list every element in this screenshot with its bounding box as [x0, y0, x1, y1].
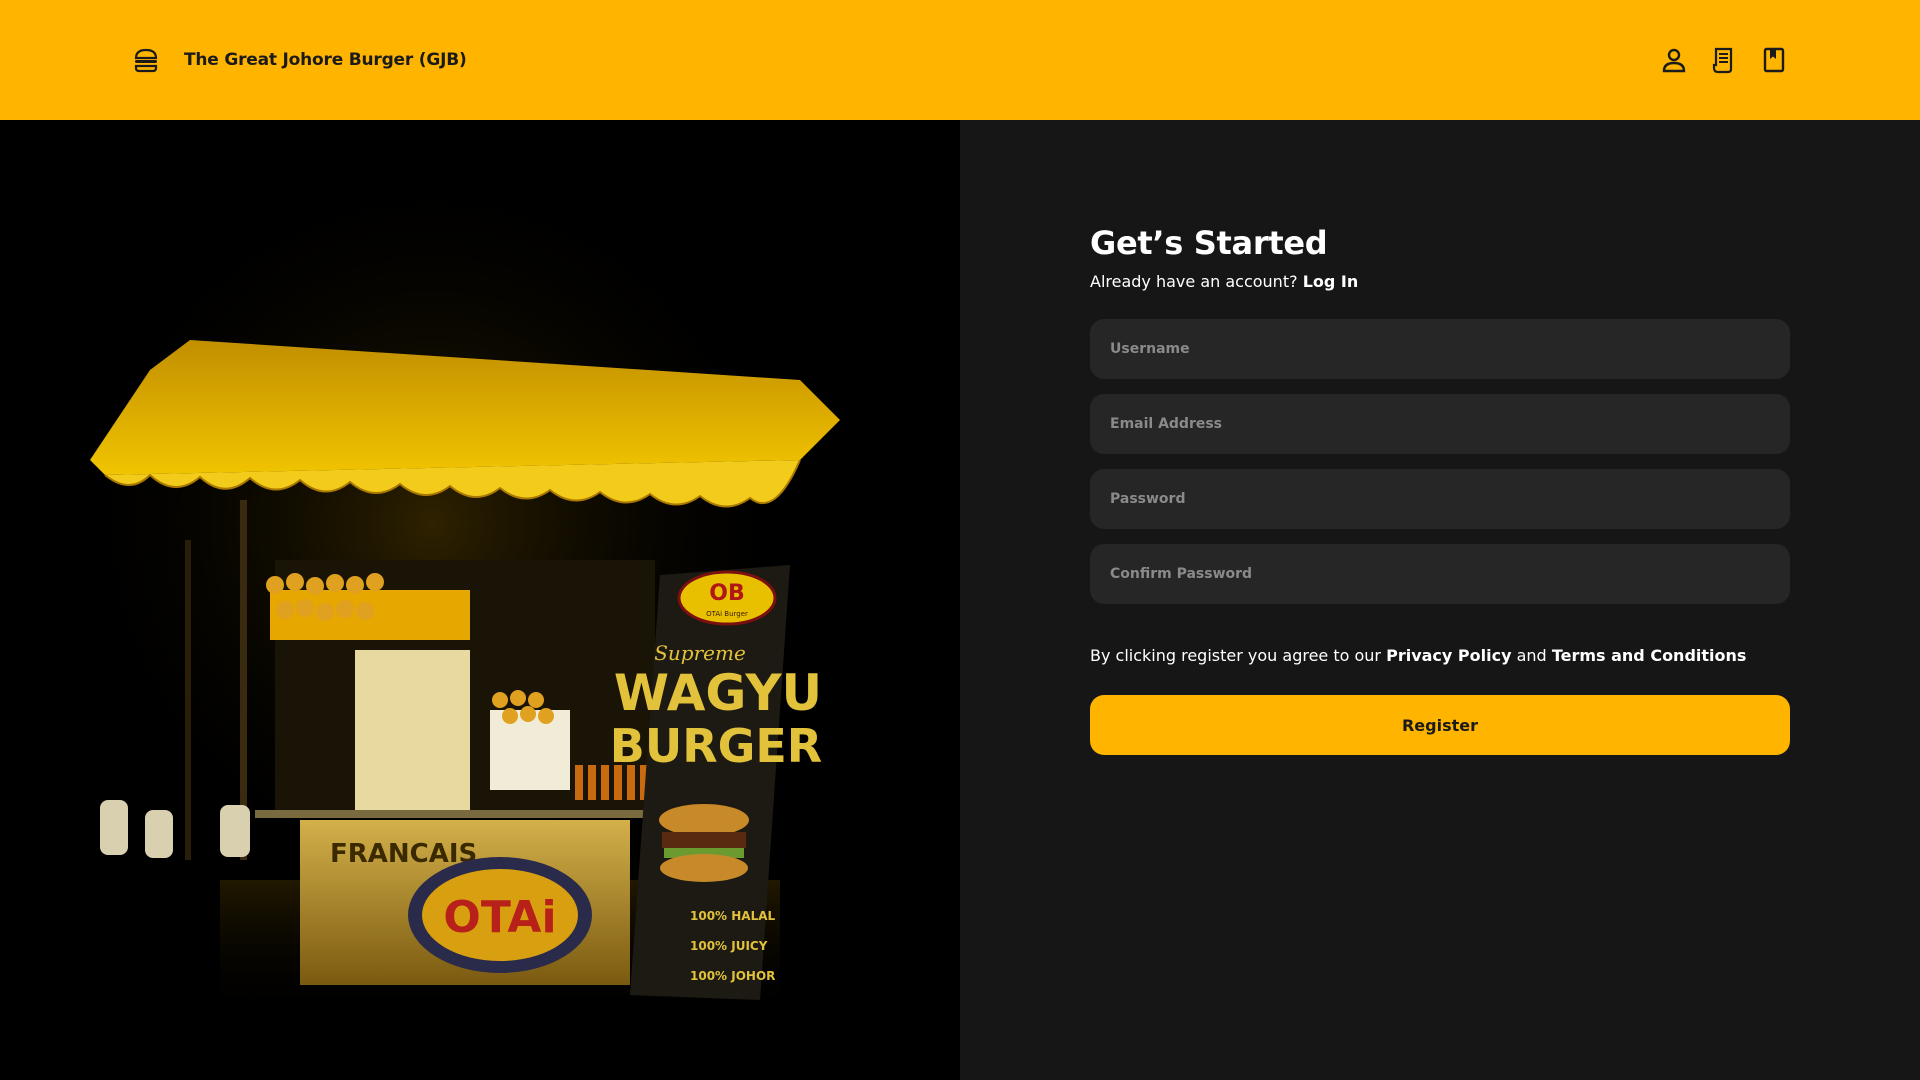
sign-brand: OB — [709, 581, 744, 606]
terms-and: and — [1516, 646, 1547, 665]
register-panel: Get’s Started Already have an account? L… — [960, 120, 1920, 1080]
privacy-policy-link[interactable]: Privacy Policy — [1386, 646, 1511, 665]
brand[interactable]: The Great Johore Burger (GJB) — [132, 46, 467, 74]
username-field[interactable] — [1090, 319, 1790, 379]
terms-notice: By clicking register you agree to our Pr… — [1090, 646, 1790, 665]
sign-badge: 100% JOHOR — [690, 969, 775, 983]
sign-badge: 100% HALAL — [690, 909, 776, 923]
burger-icon — [132, 46, 160, 74]
terms-link[interactable]: Terms and Conditions — [1552, 646, 1747, 665]
header-nav — [1660, 46, 1788, 74]
burger-stall-photo: FRANCAIS OTAi OB OTAi Burger Supreme WAG… — [0, 120, 960, 1080]
sign-line-1: Supreme — [654, 641, 746, 665]
login-prompt-text: Already have an account? — [1090, 272, 1298, 291]
form-fields — [1090, 319, 1790, 604]
receipt-icon[interactable] — [1710, 46, 1738, 74]
login-link[interactable]: Log In — [1303, 272, 1359, 291]
login-prompt: Already have an account? Log In — [1090, 272, 1790, 291]
sign-line-2: WAGYU — [614, 664, 822, 722]
email-field[interactable] — [1090, 394, 1790, 454]
page-title: Get’s Started — [1090, 224, 1328, 262]
sign-line-3: BURGER — [610, 719, 822, 773]
bookmark-icon[interactable] — [1760, 46, 1788, 74]
password-field[interactable] — [1090, 469, 1790, 529]
hero-image: FRANCAIS OTAi OB OTAi Burger Supreme WAG… — [0, 120, 960, 1080]
user-icon[interactable] — [1660, 46, 1688, 74]
register-button[interactable]: Register — [1090, 695, 1790, 755]
cart-brand: OTAi — [443, 892, 556, 943]
sign-badge: 100% JUICY — [690, 939, 768, 953]
register-form: Get’s Started Already have an account? L… — [1090, 224, 1790, 755]
terms-prefix: By clicking register you agree to our — [1090, 646, 1381, 665]
confirm-password-field[interactable] — [1090, 544, 1790, 604]
brand-title: The Great Johore Burger (GJB) — [184, 50, 467, 70]
top-bar: The Great Johore Burger (GJB) — [0, 0, 1920, 120]
sign-sub: OTAi Burger — [706, 610, 748, 618]
